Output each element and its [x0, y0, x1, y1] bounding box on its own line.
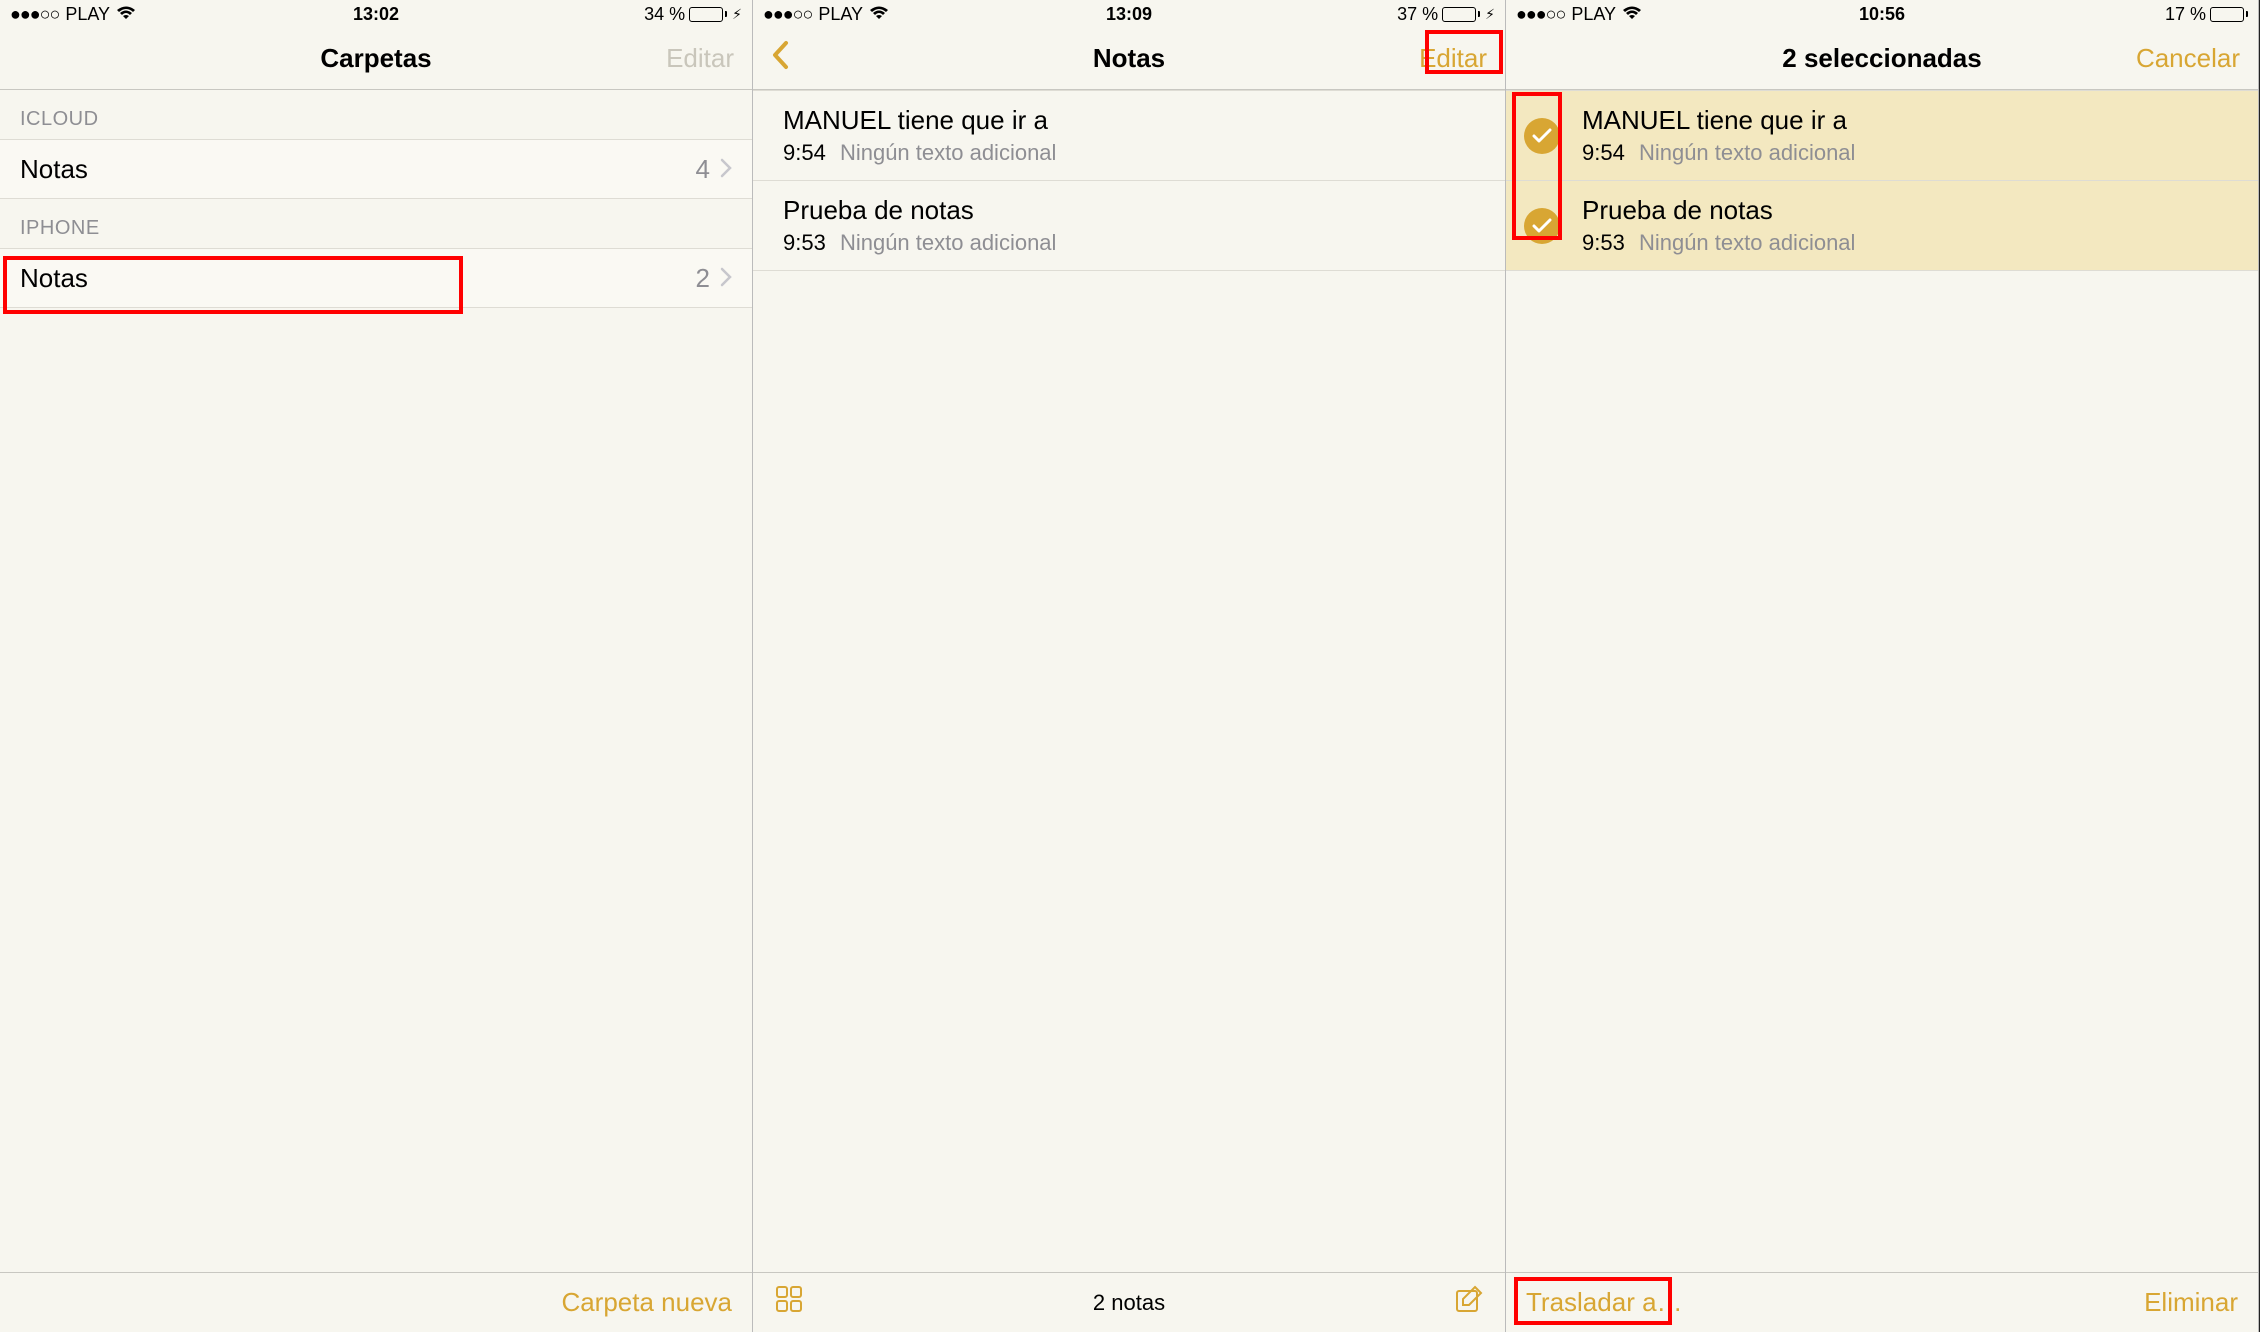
toolbar: 2 notas: [753, 1272, 1505, 1332]
nav-bar: 2 seleccionadas Cancelar: [1506, 28, 2258, 90]
battery-pct: 37 %: [1397, 4, 1438, 25]
note-time: 9:54: [783, 140, 826, 165]
folder-count: 2: [696, 263, 710, 294]
note-title: Prueba de notas: [1582, 195, 2238, 226]
section-header-icloud: ICLOUD: [0, 90, 752, 139]
screen-notes-selected: ●●●○○ PLAY 10:56 17 % 2 seleccionadas Ca…: [1506, 0, 2259, 1332]
status-bar: ●●●○○ PLAY 13:02 34 % ⚡︎: [0, 0, 752, 28]
edit-button[interactable]: Editar: [1419, 43, 1487, 74]
edit-button[interactable]: Editar: [666, 43, 734, 74]
note-extra: Ningún texto adicional: [1639, 140, 1855, 165]
battery-icon: [2210, 7, 2248, 22]
status-bar: ●●●○○ PLAY 13:09 37 % ⚡︎: [753, 0, 1505, 28]
clock: 13:02: [353, 4, 399, 25]
screen-folders: ●●●○○ PLAY 13:02 34 % ⚡︎ Carpetas Editar…: [0, 0, 753, 1332]
new-folder-button[interactable]: Carpeta nueva: [561, 1287, 732, 1318]
note-title: Prueba de notas: [783, 195, 1485, 226]
note-extra: Ningún texto adicional: [840, 140, 1056, 165]
nav-bar: Carpetas Editar: [0, 28, 752, 90]
carrier-label: PLAY: [65, 4, 110, 25]
nav-bar: Notas Editar: [753, 28, 1505, 90]
folder-label: Notas: [20, 263, 88, 294]
battery-icon: [689, 7, 727, 22]
folder-row-iphone-notas[interactable]: Notas 2: [0, 248, 752, 308]
chevron-right-icon: [720, 263, 732, 294]
folder-label: Notas: [20, 154, 88, 185]
wifi-icon: [1622, 4, 1642, 25]
page-title: 2 seleccionadas: [1782, 43, 1981, 74]
checkmark-icon[interactable]: [1524, 118, 1560, 154]
status-bar: ●●●○○ PLAY 10:56 17 %: [1506, 0, 2258, 28]
note-cell[interactable]: MANUEL tiene que ir a 9:54 Ningún texto …: [753, 90, 1505, 181]
note-cell-selected[interactable]: MANUEL tiene que ir a 9:54 Ningún texto …: [1506, 90, 2258, 181]
note-time: 9:53: [783, 230, 826, 255]
move-to-button[interactable]: Trasladar a…: [1526, 1287, 1683, 1318]
section-header-iphone: IPHONE: [0, 199, 752, 248]
battery-pct: 34 %: [644, 4, 685, 25]
note-cell[interactable]: Prueba de notas 9:53 Ningún texto adicio…: [753, 181, 1505, 271]
cancel-button[interactable]: Cancelar: [2136, 43, 2240, 74]
folder-count: 4: [696, 154, 710, 185]
signal-dots-icon: ●●●○○: [763, 4, 812, 25]
wifi-icon: [116, 4, 136, 25]
note-title: MANUEL tiene que ir a: [783, 105, 1485, 136]
delete-button[interactable]: Eliminar: [2144, 1287, 2238, 1318]
note-extra: Ningún texto adicional: [840, 230, 1056, 255]
checkmark-icon[interactable]: [1524, 208, 1560, 244]
battery-pct: 17 %: [2165, 4, 2206, 25]
chevron-right-icon: [720, 154, 732, 185]
toolbar: Carpeta nueva: [0, 1272, 752, 1332]
battery-icon: [1442, 7, 1480, 22]
signal-dots-icon: ●●●○○: [1516, 4, 1565, 25]
notes-count: 2 notas: [1093, 1290, 1165, 1316]
note-time: 9:54: [1582, 140, 1625, 165]
signal-dots-icon: ●●●○○: [10, 4, 59, 25]
note-time: 9:53: [1582, 230, 1625, 255]
page-title: Carpetas: [320, 43, 431, 74]
note-extra: Ningún texto adicional: [1639, 230, 1855, 255]
page-title: Notas: [1093, 43, 1165, 74]
back-button[interactable]: [771, 40, 789, 77]
toolbar: Trasladar a… Eliminar: [1506, 1272, 2258, 1332]
wifi-icon: [869, 4, 889, 25]
screen-notes-list: ●●●○○ PLAY 13:09 37 % ⚡︎ Notas Editar MA…: [753, 0, 1506, 1332]
charging-icon: ⚡︎: [1485, 6, 1495, 23]
clock: 13:09: [1106, 4, 1152, 25]
folder-row-icloud-notas[interactable]: Notas 4: [0, 139, 752, 199]
grid-view-button[interactable]: [773, 1283, 805, 1322]
note-title: MANUEL tiene que ir a: [1582, 105, 2238, 136]
charging-icon: ⚡︎: [732, 6, 742, 23]
carrier-label: PLAY: [1571, 4, 1616, 25]
note-cell-selected[interactable]: Prueba de notas 9:53 Ningún texto adicio…: [1506, 181, 2258, 271]
compose-button[interactable]: [1453, 1283, 1485, 1322]
clock: 10:56: [1859, 4, 1905, 25]
carrier-label: PLAY: [818, 4, 863, 25]
